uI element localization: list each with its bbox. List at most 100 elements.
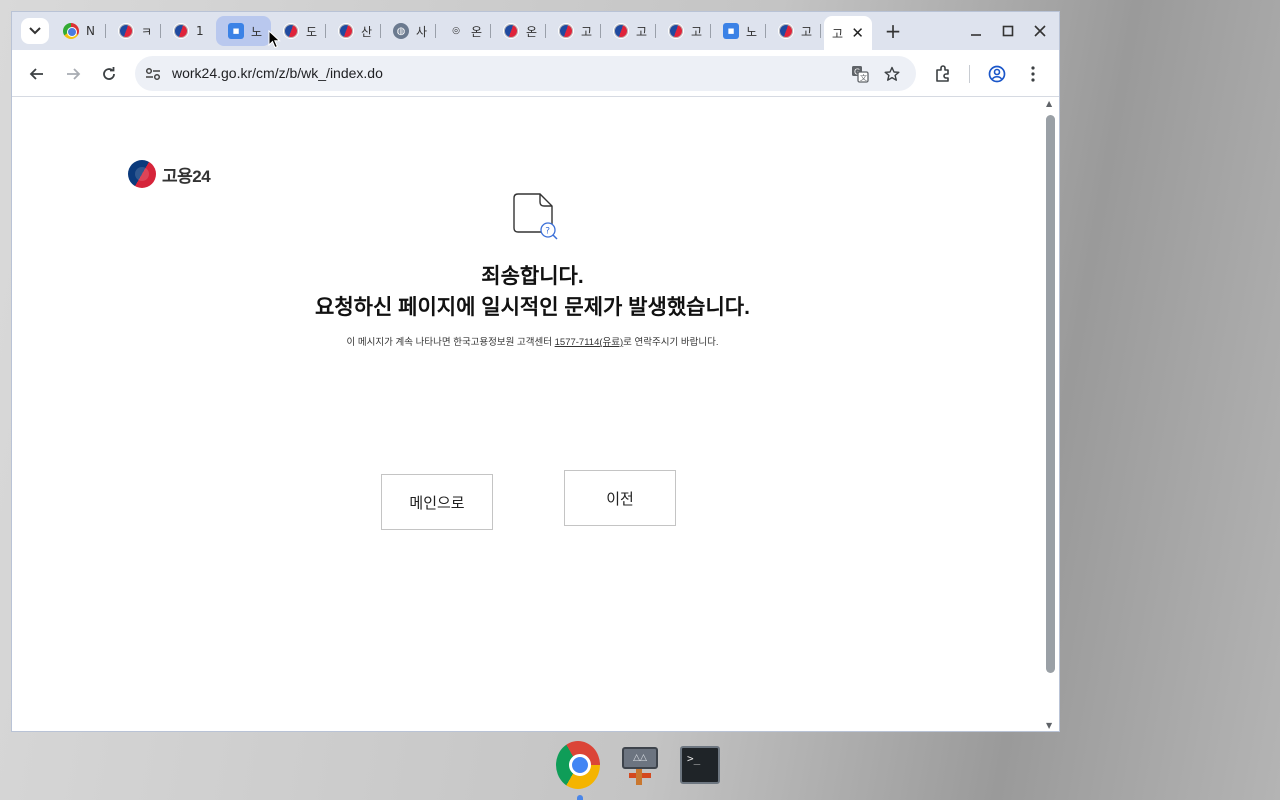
close-tab-icon[interactable]: ✕ [851, 24, 864, 42]
bookmark-star-icon[interactable] [881, 63, 903, 85]
tab-label: 사 [416, 24, 428, 39]
browser-window: N ㅋ 1 ■ 노 도 산 ◍ 사 ◎ 온 온 고 고 고 ■ 노 고 고 ✕ + wor [11, 11, 1060, 732]
tab-label: 노 [251, 24, 263, 39]
url-text: work24.go.kr/cm/z/b/wk_/index.do [172, 65, 383, 81]
translate-icon[interactable]: G文 [849, 63, 871, 85]
browser-tab[interactable]: 1 [161, 16, 216, 46]
contact-notice: 이 메시지가 계속 나타나면 한국고용정보원 고객센터 1577-7114(유료… [12, 334, 1053, 348]
tab-strip: N ㅋ 1 ■ 노 도 산 ◍ 사 ◎ 온 온 고 고 고 ■ 노 고 고 ✕ + [12, 12, 1059, 50]
network-tool-dock-item[interactable]: △△ [618, 743, 662, 787]
taegeuk-icon [338, 23, 354, 39]
tab-label: 1 [196, 24, 204, 38]
browser-tab[interactable]: 고 [766, 16, 821, 46]
notice-prefix: 이 메시지가 계속 나타나면 한국고용정보원 고객센터 [346, 337, 555, 348]
browser-tab[interactable]: 고 [546, 16, 601, 46]
menu-button[interactable] [1020, 61, 1046, 87]
minimize-button[interactable] [964, 20, 988, 42]
tab-label: 고 [636, 24, 648, 39]
notice-suffix: 로 연락주시기 바랍니다. [623, 337, 719, 348]
browser-tab[interactable]: 고 [601, 16, 656, 46]
browser-tab[interactable]: ◍ 사 [381, 16, 436, 46]
maximize-icon [1002, 25, 1014, 37]
maximize-button[interactable] [996, 20, 1020, 42]
terminal-dock-item[interactable]: >_ [678, 743, 722, 787]
close-window-button[interactable] [1028, 20, 1052, 42]
tab-label: 고 [691, 24, 703, 39]
arrow-right-icon [67, 68, 81, 80]
blue-app-icon: ■ [228, 23, 244, 39]
taegeuk-icon [558, 23, 574, 39]
browser-tab[interactable]: ㅋ [106, 16, 161, 46]
close-icon [1034, 25, 1046, 37]
site-info-icon[interactable] [143, 64, 163, 84]
profile-icon [988, 65, 1006, 83]
arrow-left-icon [29, 68, 43, 80]
address-bar[interactable]: work24.go.kr/cm/z/b/wk_/index.do G文 [135, 56, 916, 91]
tab-label: 고 [581, 24, 593, 39]
scroll-up-arrow-icon[interactable]: ▲ [1046, 99, 1052, 108]
browser-tab[interactable]: 산 [326, 16, 381, 46]
browser-tab[interactable]: 온 [491, 16, 546, 46]
svg-text:文: 文 [860, 73, 867, 82]
taegeuk-icon [118, 23, 134, 39]
browser-tab[interactable]: 고 [656, 16, 711, 46]
site-logo[interactable]: 고용24 [128, 160, 211, 188]
tab-label: ㅋ [141, 24, 153, 39]
kebab-menu-icon [1031, 66, 1035, 82]
chrome-icon [63, 23, 79, 39]
taegeuk-icon [283, 23, 299, 39]
browser-tab[interactable]: N [51, 16, 106, 46]
taegeuk-icon [668, 23, 684, 39]
network-tool-icon: △△ [621, 745, 659, 785]
toolbar-divider [969, 65, 970, 83]
logo-text: 고용24 [162, 166, 211, 186]
tab-label: 온 [526, 24, 538, 39]
tab-label: 노 [746, 24, 758, 39]
chrome-dock-item[interactable] [556, 741, 600, 789]
text-logo-icon: ◎ [452, 26, 460, 36]
tab-label: 산 [361, 24, 373, 39]
document-question-icon: ? [513, 193, 558, 240]
back-button[interactable] [24, 61, 50, 87]
browser-toolbar: work24.go.kr/cm/z/b/wk_/index.do G文 [12, 50, 1059, 97]
profile-button[interactable] [984, 61, 1010, 87]
browser-tab[interactable]: ■ 노 [216, 16, 271, 46]
go-back-button[interactable]: 이전 [564, 470, 676, 526]
helpdesk-phone-link[interactable]: 1577-7114(유료) [555, 337, 624, 348]
forward-button[interactable] [60, 61, 86, 87]
reload-icon [103, 67, 115, 80]
mouse-cursor-icon [268, 30, 281, 49]
terminal-icon: >_ [680, 746, 720, 784]
browser-tab[interactable]: ■ 노 [711, 16, 766, 46]
error-message: 요청하신 페이지에 일시적인 문제가 발생했습니다. [315, 296, 750, 319]
scroll-thumb[interactable] [1046, 115, 1055, 673]
taegeuk-icon [778, 23, 794, 39]
reload-button[interactable] [96, 61, 122, 87]
new-tab-button[interactable]: + [881, 19, 905, 43]
taegeuk-logo-icon [128, 160, 156, 188]
tab-active[interactable]: 고 ✕ [824, 16, 872, 50]
tab-label: 고 [832, 26, 844, 41]
taegeuk-icon [613, 23, 629, 39]
taegeuk-icon [173, 23, 189, 39]
minimize-icon [971, 34, 981, 36]
tab-separator [820, 24, 821, 38]
tab-search-button[interactable] [21, 18, 49, 44]
tab-label: 도 [306, 24, 318, 39]
tab-label: 온 [471, 24, 483, 39]
page-scrollbar[interactable]: ▲ ▼ [1042, 97, 1059, 731]
running-indicator [577, 795, 583, 800]
scroll-down-arrow-icon[interactable]: ▼ [1046, 721, 1052, 730]
chrome-icon [556, 741, 600, 789]
puzzle-icon [936, 65, 949, 82]
browser-tab[interactable]: ◎ 온 [436, 16, 491, 46]
blue-app-icon: ■ [723, 23, 739, 39]
globe-icon: ◍ [393, 23, 409, 39]
taegeuk-icon [503, 23, 519, 39]
go-main-button[interactable]: 메인으로 [381, 474, 493, 530]
chevron-down-icon [29, 27, 41, 35]
tab-label: N [86, 24, 95, 38]
tab-label: 고 [801, 24, 813, 39]
extensions-button[interactable] [930, 61, 956, 87]
svg-text:?: ? [545, 227, 550, 237]
